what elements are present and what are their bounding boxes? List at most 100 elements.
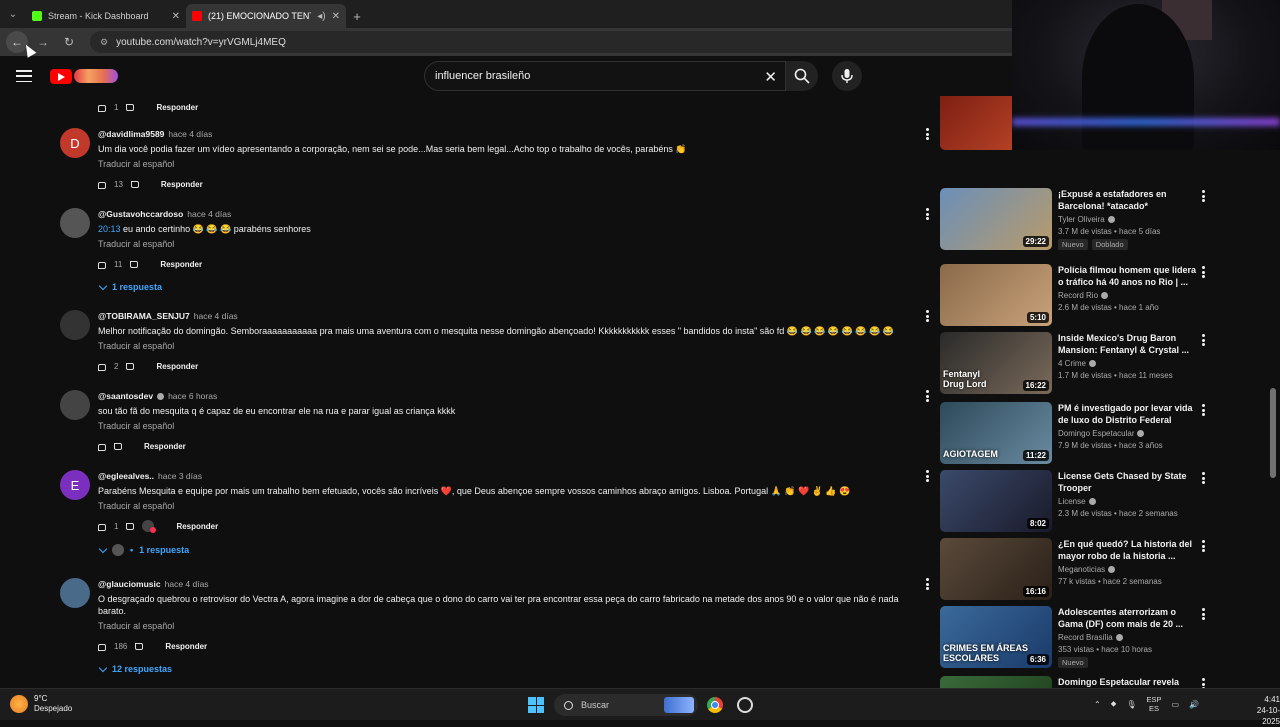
close-tab-icon[interactable]: ✕ (332, 11, 340, 22)
site-info-icon[interactable]: ⚙ (100, 37, 108, 48)
network-icon[interactable]: ⬥ (1111, 699, 1117, 709)
windows-start-icon[interactable] (528, 697, 544, 713)
language-indicator[interactable]: ESP ES (1146, 695, 1161, 713)
comment-menu-icon[interactable] (926, 578, 930, 590)
like-icon[interactable] (98, 643, 106, 651)
reply-button[interactable]: Responder (156, 103, 198, 112)
mute-tab-icon[interactable]: ◂) (317, 11, 325, 22)
dislike-icon[interactable] (114, 442, 122, 450)
reply-button[interactable]: Responder (160, 260, 202, 269)
forward-button[interactable]: → (32, 31, 54, 53)
video-menu-icon[interactable] (1202, 334, 1206, 346)
view-replies-button[interactable]: 1 respuesta (98, 281, 162, 292)
comment-menu-icon[interactable] (926, 310, 930, 322)
reply-button[interactable]: Responder (165, 642, 207, 651)
volume-icon[interactable]: 🔊 (1189, 700, 1199, 709)
avatar[interactable] (60, 578, 90, 608)
video-title[interactable]: Domingo Espetacular revela (1058, 676, 1203, 688)
translate-link[interactable]: Traducir al español (98, 159, 918, 169)
channel-name[interactable]: Record Brasília (1058, 633, 1113, 642)
recommended-video[interactable]: 16:16 ¿En qué quedó? La historia del mayo… (940, 538, 1270, 602)
reply-button[interactable]: Responder (176, 522, 218, 531)
tab-youtube[interactable]: (21) EMOCIONADO TENTA ◂) ✕ (186, 4, 346, 28)
clear-search-icon[interactable]: ✕ (764, 68, 777, 86)
search-input[interactable]: influencer brasileño ✕ (424, 61, 786, 91)
avatar[interactable]: E (60, 470, 90, 500)
close-tab-icon[interactable]: ✕ (172, 11, 180, 22)
comment-menu-icon[interactable] (926, 208, 930, 220)
video-title[interactable]: Adolescentes aterrorizam o Gama (DF) com… (1058, 606, 1203, 630)
reply-button[interactable]: Responder (161, 180, 203, 189)
video-thumbnail[interactable]: 5:10 (940, 264, 1052, 326)
comment-author[interactable]: @saantosdev (98, 391, 153, 401)
video-menu-icon[interactable] (1202, 404, 1206, 416)
video-menu-icon[interactable] (1202, 190, 1206, 202)
comment-date[interactable]: hace 4 días (194, 311, 238, 321)
comment-author[interactable]: @TOBIRAMA_SENJU7 (98, 311, 190, 321)
video-thumbnail[interactable]: 29:22 (940, 188, 1052, 250)
weather-widget[interactable]: 9°C Despejado (10, 694, 72, 714)
comment-date[interactable]: hace 3 días (158, 471, 202, 481)
address-bar[interactable]: ⚙ youtube.com/watch?v=yrVGMLj4MEQ (90, 31, 1030, 53)
translate-link[interactable]: Traducir al español (98, 501, 918, 511)
view-replies-button[interactable]: • 1 respuesta (98, 544, 189, 556)
avatar[interactable]: D (60, 128, 90, 158)
comment-date[interactable]: hace 4 días (165, 579, 209, 589)
tab-search-icon[interactable]: ⌄ (0, 0, 26, 28)
channel-name[interactable]: Record Rio (1058, 291, 1098, 300)
video-menu-icon[interactable] (1202, 266, 1206, 278)
recommended-video[interactable]: Fentanyl Drug Lord 16:22 Inside Mexico's D… (940, 332, 1270, 396)
channel-name[interactable]: Meganoticias (1058, 565, 1105, 574)
video-thumbnail[interactable]: 16:16 (940, 538, 1052, 600)
comment-date[interactable]: hace 4 días (187, 209, 231, 219)
like-icon[interactable] (98, 181, 106, 189)
clock[interactable]: 4:41 24-10-2025 (1248, 694, 1280, 727)
recommended-video[interactable]: CRIMES EM ÁREAS ESCOLARES 6:36 Adolescente… (940, 606, 1270, 670)
view-replies-button[interactable]: 12 respuestas (98, 663, 172, 674)
like-icon[interactable] (98, 261, 106, 269)
recommended-video[interactable]: AGIOTAGEM 11:22 PM é investigado por levar… (940, 402, 1270, 466)
dislike-icon[interactable] (126, 522, 135, 530)
translate-link[interactable]: Traducir al español (98, 421, 918, 431)
dislike-icon[interactable] (130, 260, 139, 268)
voice-search-button[interactable] (832, 61, 862, 91)
taskbar-search[interactable]: Buscar (554, 694, 698, 716)
video-menu-icon[interactable] (1202, 540, 1206, 552)
dislike-icon[interactable] (130, 180, 139, 188)
chevron-up-icon[interactable]: ⌃ (1094, 700, 1101, 709)
video-thumbnail[interactable]: 8:02 (940, 470, 1052, 532)
recommended-video[interactable]: Domingo Espetacular revela (940, 676, 1270, 688)
reply-button[interactable]: Responder (144, 442, 186, 451)
comment-menu-icon[interactable] (926, 470, 930, 482)
video-thumbnail[interactable]: AGIOTAGEM 11:22 (940, 402, 1052, 464)
mic-tray-icon[interactable]: 🎙 (1126, 700, 1136, 709)
video-thumbnail[interactable]: Fentanyl Drug Lord 16:22 (940, 332, 1052, 394)
comment-menu-icon[interactable] (926, 390, 930, 402)
video-menu-icon[interactable] (1202, 678, 1206, 688)
like-icon[interactable] (98, 363, 106, 371)
like-icon[interactable] (98, 523, 106, 531)
dislike-icon[interactable] (126, 362, 135, 370)
recommended-video[interactable]: 8:02 License Gets Chased by State Trooper… (940, 470, 1270, 534)
comment-author[interactable]: @egleealves.. (98, 471, 154, 481)
avatar[interactable] (60, 310, 90, 340)
avatar[interactable] (60, 208, 90, 238)
video-menu-icon[interactable] (1202, 472, 1206, 484)
video-title[interactable]: Inside Mexico's Drug Baron Mansion: Fent… (1058, 332, 1203, 356)
video-title[interactable]: ¿En qué quedó? La historia del mayor rob… (1058, 538, 1203, 562)
new-tab-button[interactable]: + (346, 4, 368, 28)
translate-link[interactable]: Traducir al español (98, 621, 918, 631)
obs-icon[interactable] (737, 697, 753, 713)
video-menu-icon[interactable] (1202, 608, 1206, 620)
dislike-icon[interactable] (135, 642, 144, 650)
dislike-icon[interactable] (126, 103, 135, 111)
monitor-icon[interactable]: ▭ (1171, 700, 1179, 709)
video-thumbnail[interactable] (940, 676, 1052, 688)
translate-link[interactable]: Traducir al español (98, 341, 918, 351)
recommended-video[interactable]: 5:10 Polícia filmou homem que lidera o tr… (940, 264, 1270, 328)
channel-name[interactable]: License (1058, 497, 1086, 506)
comment-date[interactable]: hace 4 días (168, 129, 212, 139)
video-thumbnail[interactable]: CRIMES EM ÁREAS ESCOLARES 6:36 (940, 606, 1052, 668)
comment-author[interactable]: @Gustavohccardoso (98, 209, 183, 219)
like-icon[interactable] (98, 104, 106, 112)
